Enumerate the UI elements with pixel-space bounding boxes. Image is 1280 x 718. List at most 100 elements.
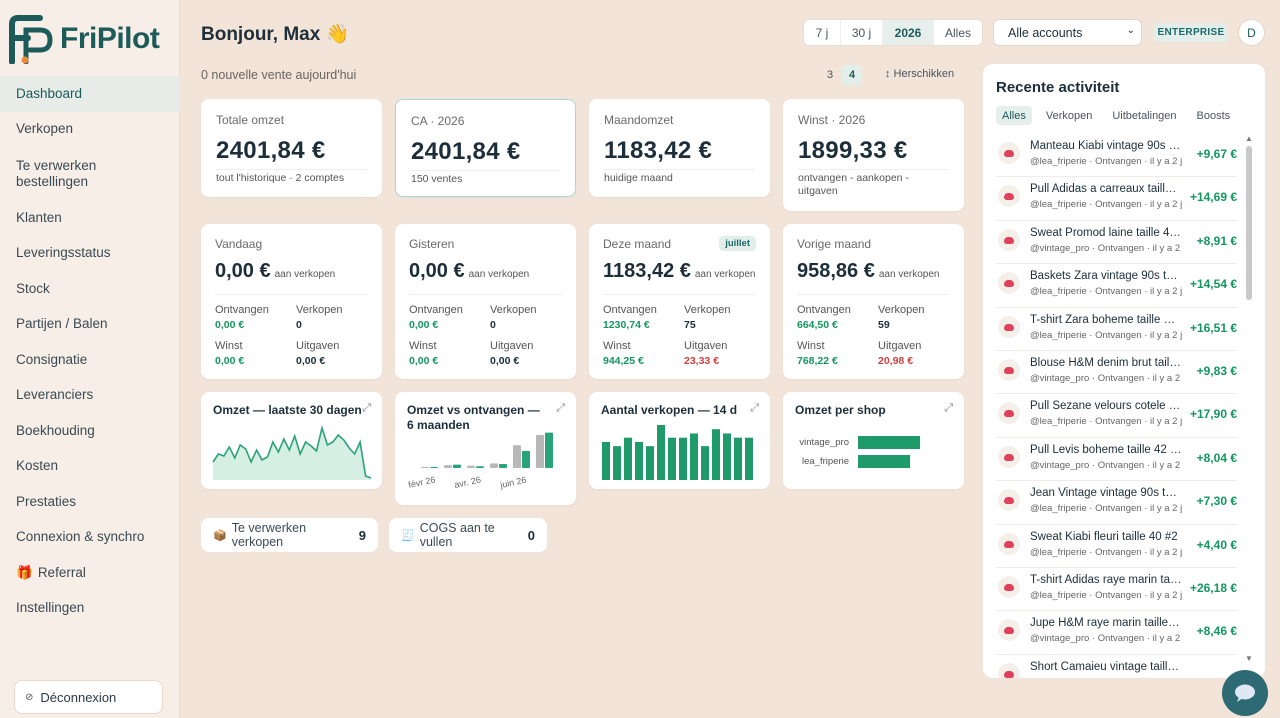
item-icon bbox=[998, 445, 1020, 468]
tab-boosts[interactable]: Boosts bbox=[1191, 106, 1237, 125]
list-item[interactable]: Pull Adidas a carreaux taille 42 @lea_fri… bbox=[996, 177, 1237, 221]
chart-omzet-30d[interactable]: Omzet — laatste 30 dagen ⤢ bbox=[201, 392, 382, 489]
uitgaven-label: Uitgaven bbox=[878, 340, 922, 352]
bar bbox=[536, 434, 544, 468]
period-alles[interactable]: Alles bbox=[934, 20, 982, 45]
winst-value: 0,00 € bbox=[409, 355, 439, 367]
list-item[interactable]: Manteau Kiabi vintage 90s taille S @lea_f… bbox=[996, 134, 1237, 178]
page-4-button[interactable]: 4 bbox=[842, 65, 862, 85]
sidebar-item-leveranciers[interactable]: Leveranciers bbox=[0, 378, 180, 414]
sidebar-item-referral[interactable]: 🎁 Referral bbox=[0, 555, 180, 591]
sidebar-item-kosten[interactable]: Kosten bbox=[0, 449, 180, 485]
verkopen-value: 0 bbox=[296, 319, 302, 331]
page-subtitle: 0 nouvelle vente aujourd'hui bbox=[201, 68, 357, 82]
list-item[interactable]: Jean Vintage vintage 90s taille 38 @lea_f… bbox=[996, 481, 1237, 525]
sidebar-nav: Dashboard Verkopen Te verwerken bestelli… bbox=[0, 76, 180, 626]
tab-verkopen[interactable]: Verkopen bbox=[1040, 106, 1098, 125]
uitgaven-label: Uitgaven bbox=[490, 340, 534, 352]
kpi-value: 1899,33 € bbox=[798, 137, 908, 164]
list-item[interactable]: Short Camaieu vintage taille M @lea_fripe… bbox=[996, 655, 1237, 678]
sidebar-item-te-verwerken-bestellingen[interactable]: Te verwerken bestellingen bbox=[0, 147, 180, 200]
logo[interactable]: FriPilot bbox=[8, 14, 160, 65]
chart-aantal-verkopen[interactable]: Aantal verkopen — 14 d ⤢ bbox=[589, 392, 770, 489]
item-icon bbox=[998, 532, 1020, 555]
list-item[interactable]: T-shirt Adidas raye marin taille L @lea_f… bbox=[996, 568, 1237, 612]
period-2026[interactable]: 2026 bbox=[883, 20, 934, 45]
scroll-down-icon[interactable]: ▼ bbox=[1245, 654, 1253, 663]
account-select-value: Alle accounts bbox=[1008, 25, 1083, 40]
list-item[interactable]: Baskets Zara vintage 90s taille 40 @lea_f… bbox=[996, 264, 1237, 308]
activity-scrollbar[interactable] bbox=[1246, 146, 1252, 300]
counter-label: Te verwerken verkopen bbox=[231, 521, 307, 549]
bar bbox=[421, 466, 429, 468]
page-3-button[interactable]: 3 bbox=[820, 65, 840, 85]
item-title: Pull Levis boheme taille 42 #2 bbox=[1030, 443, 1182, 456]
bar bbox=[635, 441, 643, 480]
verkopen-label: Verkopen bbox=[490, 304, 537, 316]
list-item[interactable]: Blouse H&M denim brut taille M @vintage_p… bbox=[996, 351, 1237, 395]
verkopen-label: Verkopen bbox=[878, 304, 925, 316]
period-card-vandaag[interactable]: Vandaag 0,00 € aan verkopen Ontvangen 0,0… bbox=[201, 224, 382, 379]
activity-list: Manteau Kiabi vintage 90s taille S @lea_f… bbox=[996, 134, 1237, 678]
sidebar-item-klanten[interactable]: Klanten bbox=[0, 200, 180, 236]
kpi-label: Maandomzet bbox=[604, 113, 674, 127]
account-select[interactable]: Alle accounts ⌄ bbox=[993, 19, 1142, 46]
bar bbox=[745, 437, 753, 480]
ontvangen-value: 0,00 € bbox=[409, 319, 439, 331]
list-item[interactable]: T-shirt Zara boheme taille M #2 @lea_frip… bbox=[996, 308, 1237, 351]
bar bbox=[453, 464, 461, 468]
kpi-card-ca-2026[interactable]: CA · 2026 2401,84 € 150 ventes bbox=[395, 99, 576, 197]
list-item[interactable]: Sweat Kiabi fleuri taille 40 #2 @lea_frip… bbox=[996, 525, 1237, 568]
period-label: Vorige maand bbox=[797, 237, 872, 251]
list-item[interactable]: Sweat Promod laine taille 40 #2 @vintage_… bbox=[996, 221, 1237, 265]
period-card-vorige-maand[interactable]: Vorige maand 958,86 € aan verkopen Ontvan… bbox=[783, 224, 964, 379]
sidebar-item-dashboard[interactable]: Dashboard bbox=[0, 76, 180, 112]
chart-omzet-vs-ontvangen[interactable]: févr 26 avr. 26 juin 26 Omzet vs ontvangen… bbox=[395, 392, 576, 505]
tab-uitbetalingen[interactable]: Uitbetalingen bbox=[1106, 106, 1182, 125]
sidebar-item-stock[interactable]: Stock bbox=[0, 271, 180, 307]
list-item[interactable]: Pull Levis boheme taille 42 #2 @vintage_p… bbox=[996, 438, 1237, 482]
logout-button[interactable]: ⊘ Déconnexion bbox=[14, 680, 163, 714]
chat-button[interactable] bbox=[1222, 670, 1268, 716]
sidebar-item-leveringsstatus[interactable]: Leveringsstatus bbox=[0, 236, 180, 272]
item-meta: @lea_friperie · Ontvangen · il y a 2 j bbox=[1030, 329, 1182, 341]
todo-sales-counter[interactable]: 📦 Te verwerken verkopen 9 bbox=[201, 518, 378, 552]
period-unit: aan verkopen bbox=[694, 269, 756, 280]
expand-icon[interactable]: ⤢ bbox=[944, 402, 953, 415]
avatar[interactable]: D bbox=[1238, 19, 1265, 46]
item-amount: +4,40 € bbox=[1196, 537, 1237, 552]
list-item[interactable]: Pull Sezane velours cotele taille L @lea_… bbox=[996, 394, 1237, 438]
cogs-counter[interactable]: 🧾 COGS aan te vullen 0 bbox=[389, 518, 547, 552]
winst-label: Winst bbox=[797, 340, 825, 352]
period-30j[interactable]: 30 j bbox=[841, 20, 883, 45]
sidebar-item-instellingen[interactable]: Instellingen bbox=[0, 591, 180, 627]
item-amount: +17,90 € bbox=[1189, 407, 1237, 422]
expand-icon[interactable]: ⤢ bbox=[362, 402, 371, 415]
activity-title: Recente activiteit bbox=[996, 79, 1120, 96]
chart-omzet-per-shop[interactable]: vintage_pro lea_friperie Omzet per shop ⤢ bbox=[783, 392, 964, 489]
period-amount: 958,86 € bbox=[797, 260, 875, 282]
sidebar-item-prestaties[interactable]: Prestaties bbox=[0, 484, 180, 520]
bar bbox=[690, 433, 698, 480]
period-card-gisteren[interactable]: Gisteren 0,00 € aan verkopen Ontvangen 0,… bbox=[395, 224, 576, 379]
sidebar-item-boekhouding[interactable]: Boekhouding bbox=[0, 413, 180, 449]
expand-icon[interactable]: ⤢ bbox=[750, 402, 759, 415]
sidebar-item-consignatie[interactable]: Consignatie bbox=[0, 342, 180, 378]
period-card-deze-maand[interactable]: Deze maand juillet 1183,42 € aan verkopen… bbox=[589, 224, 770, 379]
layout-pager: 3 4 bbox=[820, 65, 862, 85]
sidebar-item-partijen[interactable]: Partijen / Balen bbox=[0, 307, 180, 343]
kpi-value: 2401,84 € bbox=[216, 137, 326, 164]
expand-icon[interactable]: ⤢ bbox=[556, 402, 565, 415]
reorder-button[interactable]: ↕ Herschikken bbox=[885, 68, 954, 80]
kpi-card-maandomzet[interactable]: Maandomzet 1183,42 € huidige maand bbox=[589, 99, 770, 197]
period-7j[interactable]: 7 j bbox=[804, 20, 841, 45]
scroll-up-icon[interactable]: ▲ bbox=[1245, 134, 1253, 143]
tab-alles[interactable]: Alles bbox=[996, 106, 1032, 125]
item-title: Jean Vintage vintage 90s taille 38 bbox=[1030, 487, 1182, 500]
kpi-card-winst[interactable]: Winst · 2026 1899,33 € ontvangen - aanko… bbox=[783, 99, 964, 211]
sidebar-item-connexion[interactable]: Connexion & synchro bbox=[0, 520, 180, 556]
sidebar-item-verkopen[interactable]: Verkopen bbox=[0, 112, 180, 148]
list-item[interactable]: Jupe H&M raye marin taille XL @vintage_pr… bbox=[996, 611, 1237, 655]
bar bbox=[858, 455, 911, 468]
kpi-card-totale-omzet[interactable]: Totale omzet 2401,84 € tout l'historique… bbox=[201, 99, 382, 197]
